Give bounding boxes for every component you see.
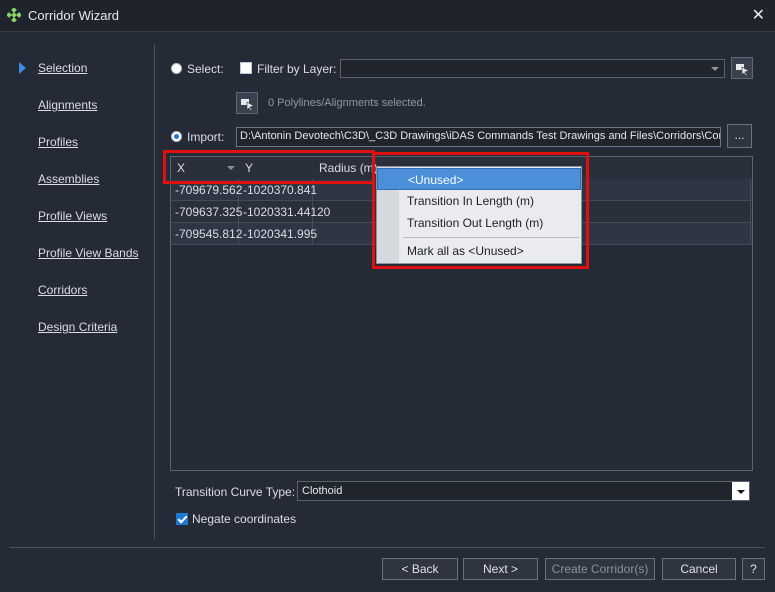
nav-item-profile-view-bands[interactable]: Profile View Bands [38, 246, 139, 260]
chevron-down-icon [737, 490, 745, 494]
panel-divider [154, 44, 155, 539]
highlight-box-column-header [163, 150, 375, 184]
import-path-field[interactable]: D:\Antonin Devotech\C3D\_C3D Drawings\iD… [236, 127, 721, 147]
menu-item-transition-in[interactable]: Transition In Length (m) [377, 190, 581, 212]
pick-objects-icon [736, 64, 750, 76]
nav-item-alignments[interactable]: Alignments [38, 98, 97, 112]
browse-button[interactable]: ... [727, 124, 752, 148]
cell-x[interactable]: -709637.325 [171, 201, 242, 223]
column-context-menu: <Unused> Transition In Length (m) Transi… [376, 166, 582, 264]
window-title: Corridor Wizard [28, 8, 120, 23]
menu-item-mark-all-unused[interactable]: Mark all as <Unused> [377, 240, 581, 262]
cell-y[interactable]: -1020341.995 [239, 223, 317, 245]
menu-item-unused[interactable]: <Unused> [377, 168, 581, 190]
nav-item-corridors[interactable]: Corridors [38, 283, 87, 297]
nav-item-profile-views[interactable]: Profile Views [38, 209, 107, 223]
active-nav-arrow-icon [19, 62, 26, 74]
cell-x[interactable]: -709545.812 [171, 223, 242, 245]
footer-divider [10, 547, 765, 548]
nav-item-design-criteria[interactable]: Design Criteria [38, 320, 117, 334]
select-label: Select: [187, 62, 224, 76]
nav-item-profiles[interactable]: Profiles [38, 135, 78, 149]
selection-count-text: 0 Polylines/Alignments selected. [268, 97, 426, 109]
transition-curve-dropdown[interactable]: Clothoid [297, 481, 750, 501]
transition-curve-label: Transition Curve Type: [175, 485, 296, 499]
menu-separator [403, 237, 579, 238]
menu-item-transition-out[interactable]: Transition Out Length (m) [377, 212, 581, 234]
select-radio[interactable] [171, 63, 182, 74]
help-button[interactable]: ? [742, 558, 765, 580]
wizard-diamond-icon [7, 8, 21, 22]
layer-dropdown[interactable] [340, 59, 725, 78]
next-button[interactable]: Next > [463, 558, 538, 580]
nav-item-selection[interactable]: Selection [38, 61, 87, 75]
create-corridors-button[interactable]: Create Corridor(s) [545, 558, 655, 580]
back-button[interactable]: < Back [382, 558, 458, 580]
dropdown-button[interactable] [732, 482, 749, 500]
nav-item-assemblies[interactable]: Assemblies [38, 172, 99, 186]
cell-y[interactable]: -1020331.441 [239, 201, 317, 223]
negate-coordinates-label: Negate coordinates [192, 512, 297, 526]
transition-curve-value: Clothoid [302, 485, 343, 497]
filter-by-layer-label: Filter by Layer: [257, 62, 337, 76]
pick-objects-icon [241, 99, 255, 111]
select-objects-button[interactable] [236, 92, 258, 114]
pick-layer-button[interactable] [731, 57, 753, 79]
import-label: Import: [187, 130, 225, 144]
cancel-button[interactable]: Cancel [662, 558, 736, 580]
import-radio[interactable] [171, 131, 182, 142]
negate-coordinates-checkbox[interactable] [176, 513, 188, 525]
title-bar: Corridor Wizard ✕ [0, 0, 775, 32]
close-icon[interactable]: ✕ [752, 5, 765, 25]
filter-by-layer-checkbox[interactable] [240, 62, 252, 74]
chevron-down-icon [711, 67, 719, 71]
